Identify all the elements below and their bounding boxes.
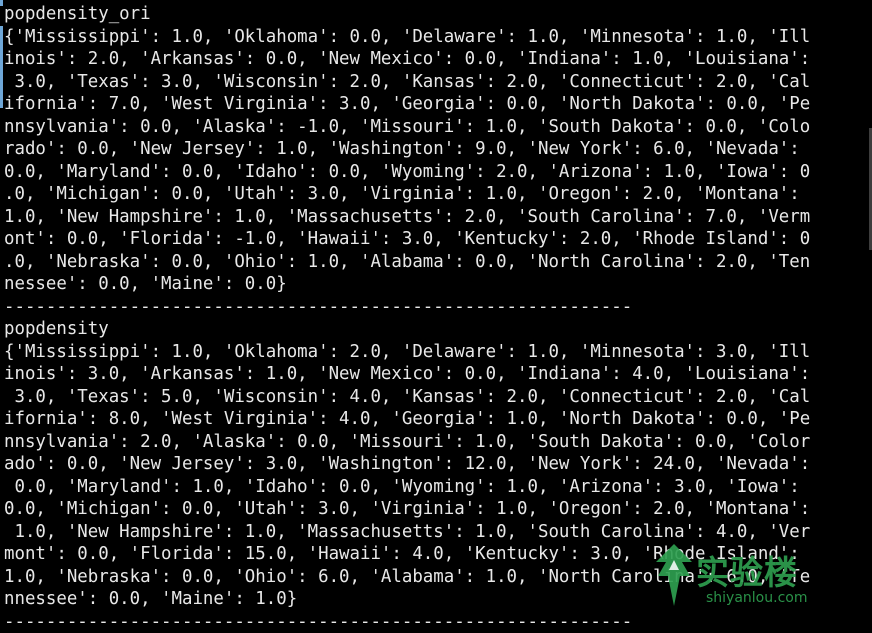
output-line: ifornia': 8.0, 'West Virginia': 4.0, 'Ge… [4, 408, 872, 431]
output-line: nnsylvania': 0.0, 'Alaska': -1.0, 'Misso… [4, 116, 872, 139]
output-line: nnsylvania': 2.0, 'Alaska': 0.0, 'Missou… [4, 431, 872, 454]
shiyanlou-watermark: 实验楼 shiyanlou.com [652, 540, 824, 610]
separator-line: ----------------------------------------… [4, 611, 872, 633]
watermark-site-text: shiyanlou.com [706, 590, 807, 606]
output-line: nessee': 0.0, 'Maine': 0.0} [4, 273, 872, 296]
output-line: 3.0, 'Texas': 3.0, 'Wisconsin': 2.0, 'Ka… [4, 71, 872, 94]
output-line: 1.0, 'New Hampshire': 1.0, 'Massachusett… [4, 206, 872, 229]
output-line: .0, 'Michigan': 0.0, 'Utah': 3.0, 'Virgi… [4, 183, 872, 206]
output-line: {'Mississippi': 1.0, 'Oklahoma': 2.0, 'D… [4, 341, 872, 364]
output-line: ado': 0.0, 'New Jersey': 3.0, 'Washingto… [4, 453, 872, 476]
output-line: ont': 0.0, 'Florida': -1.0, 'Hawaii': 3.… [4, 228, 872, 251]
window-edge-marker [0, 0, 3, 6]
output-label-popdensity: popdensity [4, 318, 872, 341]
output-line: 3.0, 'Texas': 5.0, 'Wisconsin': 4.0, 'Ka… [4, 386, 872, 409]
output-line: ifornia': 7.0, 'West Virginia': 3.0, 'Ge… [4, 93, 872, 116]
output-line: {'Mississippi': 1.0, 'Oklahoma': 0.0, 'D… [4, 26, 872, 49]
output-line: inois': 3.0, 'Arkansas': 1.0, 'New Mexic… [4, 363, 872, 386]
terminal-output: popdensity_ori {'Mississippi': 1.0, 'Okl… [4, 3, 872, 633]
output-line: .0, 'Nebraska': 0.0, 'Ohio': 1.0, 'Alaba… [4, 251, 872, 274]
shiyanlou-logo-icon [652, 542, 696, 608]
output-line: 0.0, 'Michigan': 0.0, 'Utah': 3.0, 'Virg… [4, 498, 872, 521]
window-edge-marker [0, 26, 3, 108]
output-line: inois': 2.0, 'Arkansas': 0.0, 'New Mexic… [4, 48, 872, 71]
separator-line: ----------------------------------------… [4, 296, 872, 319]
output-line: 0.0, 'Maryland': 1.0, 'Idaho': 0.0, 'Wyo… [4, 476, 872, 499]
watermark-chinese-text: 实验楼 [696, 546, 798, 594]
output-line: 0.0, 'Maryland': 0.0, 'Idaho': 0.0, 'Wyo… [4, 161, 872, 184]
output-label-popdensity-ori: popdensity_ori [4, 3, 872, 26]
output-line: rado': 0.0, 'New Jersey': 1.0, 'Washingt… [4, 138, 872, 161]
